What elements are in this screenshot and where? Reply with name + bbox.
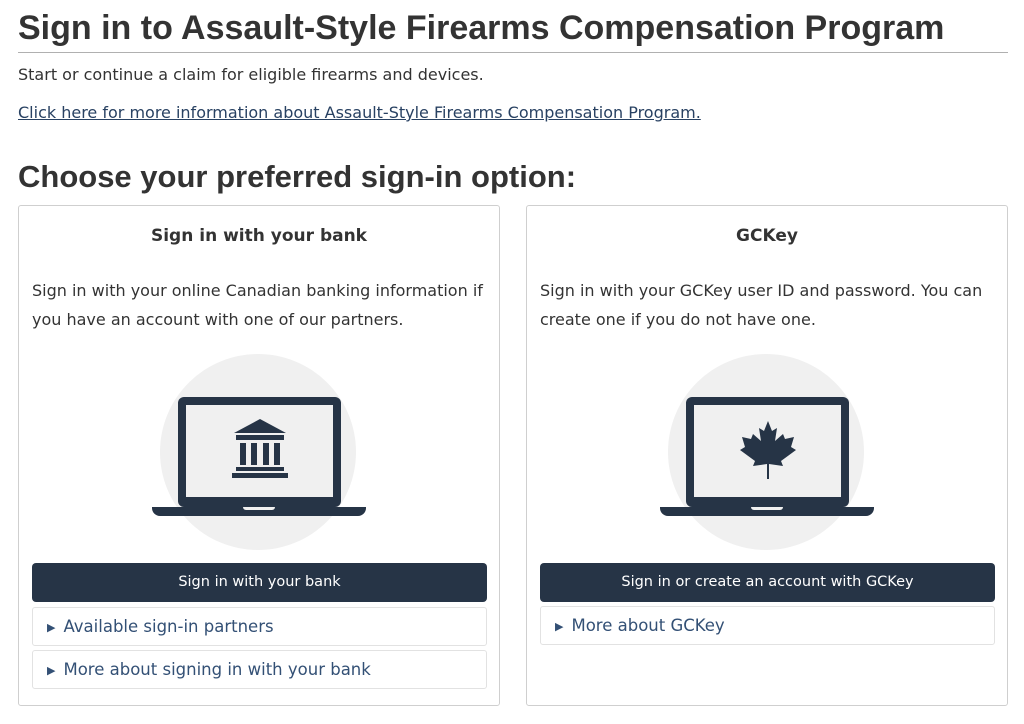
sign-in-with-bank-button[interactable]: Sign in with your bank — [32, 563, 487, 602]
bank-signin-card: Sign in with your bank Sign in with your… — [18, 205, 500, 706]
intro-text: Start or continue a claim for eligible f… — [18, 65, 484, 84]
bank-card-title: Sign in with your bank — [150, 226, 367, 246]
illustration-circle — [160, 354, 356, 550]
gckey-signin-card: GCKey Sign in with your GCKey user ID an… — [526, 205, 1008, 706]
laptop-base — [152, 507, 366, 516]
details-label: More about signing in with your bank — [63, 660, 371, 679]
details-label: More about GCKey — [571, 616, 725, 635]
laptop-base — [660, 507, 874, 516]
available-partners-details[interactable]: ▶ Available sign-in partners — [32, 607, 487, 646]
section-heading: Choose your preferred sign-in option: — [18, 159, 577, 194]
laptop-icon — [178, 397, 341, 507]
page-title: Sign in to Assault-Style Firearms Compen… — [18, 8, 1008, 53]
more-about-gckey-details[interactable]: ▶ More about GCKey — [540, 606, 995, 645]
gckey-card-description: Sign in with your GCKey user ID and pass… — [540, 281, 983, 329]
gckey-card-title: GCKey — [736, 226, 798, 246]
expand-triangle-icon: ▶ — [47, 621, 56, 634]
bank-building-icon — [232, 419, 288, 478]
bank-card-description: Sign in with your online Canadian bankin… — [32, 281, 483, 329]
expand-triangle-icon: ▶ — [555, 620, 564, 633]
more-info-link[interactable]: Click here for more information about As… — [18, 102, 701, 124]
laptop-icon — [686, 397, 849, 507]
illustration-circle — [668, 354, 864, 550]
more-about-bank-details[interactable]: ▶ More about signing in with your bank — [32, 650, 487, 689]
details-label: Available sign-in partners — [63, 617, 274, 636]
expand-triangle-icon: ▶ — [47, 664, 56, 677]
maple-leaf-icon — [740, 421, 796, 479]
sign-in-with-gckey-button[interactable]: Sign in or create an account with GCKey — [540, 563, 995, 602]
